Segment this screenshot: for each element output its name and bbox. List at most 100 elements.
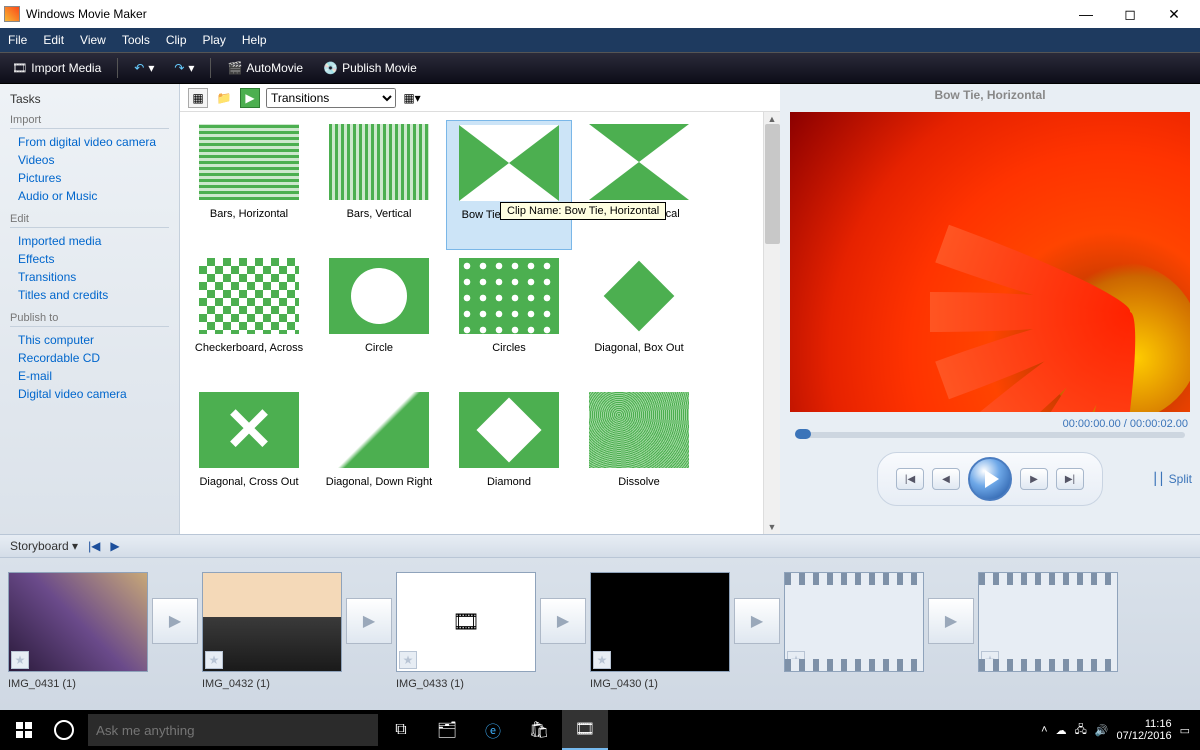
storyboard-dropdown[interactable]: Storyboard ▾	[10, 539, 78, 553]
automovie-icon: 🎬	[227, 61, 242, 75]
scroll-up-icon[interactable]: ▲	[768, 114, 777, 124]
minimize-button[interactable]: —	[1064, 0, 1108, 28]
preview-monitor[interactable]	[790, 112, 1190, 412]
seek-knob[interactable]	[795, 429, 811, 439]
start-button[interactable]	[4, 710, 44, 750]
rewind-button[interactable]: ◀	[932, 468, 960, 490]
menu-view[interactable]: View	[80, 33, 106, 47]
clip-thumb: 🎞★	[396, 572, 536, 672]
file-explorer-button[interactable]: 🗂	[424, 710, 470, 750]
notifications-icon[interactable]: ▭	[1180, 724, 1190, 737]
scroll-thumb[interactable]	[765, 124, 780, 244]
transition-item[interactable]: Circles	[446, 254, 572, 384]
storyboard[interactable]: ★IMG_0431 (1)▶★IMG_0432 (1)▶🎞★IMG_0433 (…	[0, 558, 1200, 710]
storyboard-clip[interactable]: 🎞★ IMG_0433 (1)	[396, 572, 536, 690]
task-pub-dv[interactable]: Digital video camera	[10, 385, 169, 403]
maximize-button[interactable]: ◻	[1108, 0, 1152, 28]
task-pub-cd[interactable]: Recordable CD	[10, 349, 169, 367]
transition-thumb	[459, 392, 559, 468]
effects-star-icon[interactable]: ★	[205, 651, 223, 669]
task-view-button[interactable]: ⧉	[378, 710, 424, 750]
effects-star-icon[interactable]: ★	[787, 651, 805, 669]
transition-item[interactable]: Bars, Vertical	[316, 120, 442, 250]
scrollbar[interactable]: ▲ ▼	[763, 112, 780, 534]
task-pub-computer[interactable]: This computer	[10, 331, 169, 349]
tray-network-icon[interactable]: 🖧	[1075, 721, 1087, 740]
transition-thumb	[459, 258, 559, 334]
effects-star-icon[interactable]: ★	[11, 651, 29, 669]
storyboard-clip[interactable]: ★	[784, 572, 924, 678]
storyboard-clip[interactable]: ★	[978, 572, 1118, 678]
tray-volume-icon[interactable]: 🔊	[1095, 724, 1109, 737]
edge-button[interactable]: ⓔ	[470, 710, 516, 750]
transition-item[interactable]: Bars, Horizontal	[186, 120, 312, 250]
menu-clip[interactable]: Clip	[166, 33, 187, 47]
storyboard-clip[interactable]: ★IMG_0431 (1)	[8, 572, 148, 690]
forward-button[interactable]: ▶	[1020, 468, 1048, 490]
play-button[interactable]	[968, 457, 1012, 501]
storyboard-clip[interactable]: ★ IMG_0430 (1)	[590, 572, 730, 690]
sb-play-button[interactable]: ▶	[110, 539, 119, 553]
transition-slot[interactable]: ▶	[734, 598, 780, 644]
transition-item[interactable]: Diamond	[446, 388, 572, 518]
menu-file[interactable]: File	[8, 33, 27, 47]
automovie-button[interactable]: 🎬 AutoMovie	[223, 59, 307, 77]
redo-button[interactable]: ↷▾	[170, 59, 198, 77]
menu-tools[interactable]: Tools	[122, 33, 150, 47]
transition-item[interactable]: Dissolve	[576, 388, 702, 518]
transition-item[interactable]: Diagonal, Box Out	[576, 254, 702, 384]
next-frame-button[interactable]: ▶|	[1056, 468, 1084, 490]
scroll-down-icon[interactable]: ▼	[768, 522, 777, 532]
split-button[interactable]: ⎮⎮ Split	[1152, 472, 1192, 486]
transition-slot[interactable]: ▶	[540, 598, 586, 644]
cortana-button[interactable]	[44, 710, 84, 750]
close-button[interactable]: ✕	[1152, 0, 1196, 28]
transition-item[interactable]: Checkerboard, Across	[186, 254, 312, 384]
transition-item[interactable]: Diagonal, Down Right	[316, 388, 442, 518]
effects-star-icon[interactable]: ★	[399, 651, 417, 669]
seekbar[interactable]	[795, 432, 1185, 438]
transition-item[interactable]: Diagonal, Cross Out	[186, 388, 312, 518]
task-import-videos[interactable]: Videos	[10, 151, 169, 169]
view-options-button[interactable]: ▦▾	[402, 88, 422, 108]
menu-play[interactable]: Play	[203, 33, 226, 47]
location-back-button[interactable]: ▶	[240, 88, 260, 108]
windows-taskbar: ⧉ 🗂 ⓔ 🛍 🎞 ˄ ☁ 🖧 🔊 11:16 07/12/2016 ▭	[0, 710, 1200, 750]
menu-help[interactable]: Help	[242, 33, 267, 47]
tray-onedrive-icon[interactable]: ☁	[1056, 724, 1067, 737]
transition-item[interactable]: Bow Tie, Horizontal	[446, 120, 572, 250]
publish-button[interactable]: 💿 Publish Movie	[319, 59, 421, 77]
menu-edit[interactable]: Edit	[43, 33, 64, 47]
transition-slot[interactable]: ▶	[346, 598, 392, 644]
effects-star-icon[interactable]: ★	[981, 651, 999, 669]
search-input[interactable]	[88, 714, 378, 746]
task-import-audio[interactable]: Audio or Music	[10, 187, 169, 205]
collection-dropdown[interactable]: Transitions	[266, 88, 396, 108]
clip-label: IMG_0430 (1)	[590, 678, 730, 690]
task-import-camera[interactable]: From digital video camera	[10, 133, 169, 151]
task-transitions[interactable]: Transitions	[10, 268, 169, 286]
transition-slot[interactable]: ▶	[152, 598, 198, 644]
movie-maker-taskbar[interactable]: 🎞	[562, 710, 608, 750]
task-titles[interactable]: Titles and credits	[10, 286, 169, 304]
transition-item[interactable]: Bow Tie, Vertical	[576, 120, 702, 250]
transition-label: Circle	[365, 342, 393, 355]
clock[interactable]: 11:16 07/12/2016	[1117, 718, 1172, 742]
sb-rewind-button[interactable]: |◀	[88, 539, 100, 553]
clip-label: IMG_0433 (1)	[396, 678, 536, 690]
storyboard-clip[interactable]: ★IMG_0432 (1)	[202, 572, 342, 690]
import-media-button[interactable]: 🎞 Import Media	[8, 59, 105, 77]
task-pub-email[interactable]: E-mail	[10, 367, 169, 385]
view-details-button[interactable]: 📁	[214, 88, 234, 108]
transition-slot[interactable]: ▶	[928, 598, 974, 644]
task-effects[interactable]: Effects	[10, 250, 169, 268]
view-thumbnails-button[interactable]: ▦	[188, 88, 208, 108]
undo-button[interactable]: ↶▾	[130, 59, 158, 77]
prev-frame-button[interactable]: |◀	[896, 468, 924, 490]
store-button[interactable]: 🛍	[516, 710, 562, 750]
transition-item[interactable]: Circle	[316, 254, 442, 384]
effects-star-icon[interactable]: ★	[593, 651, 611, 669]
task-import-pictures[interactable]: Pictures	[10, 169, 169, 187]
task-imported-media[interactable]: Imported media	[10, 232, 169, 250]
tray-chevron-icon[interactable]: ˄	[1041, 724, 1047, 736]
